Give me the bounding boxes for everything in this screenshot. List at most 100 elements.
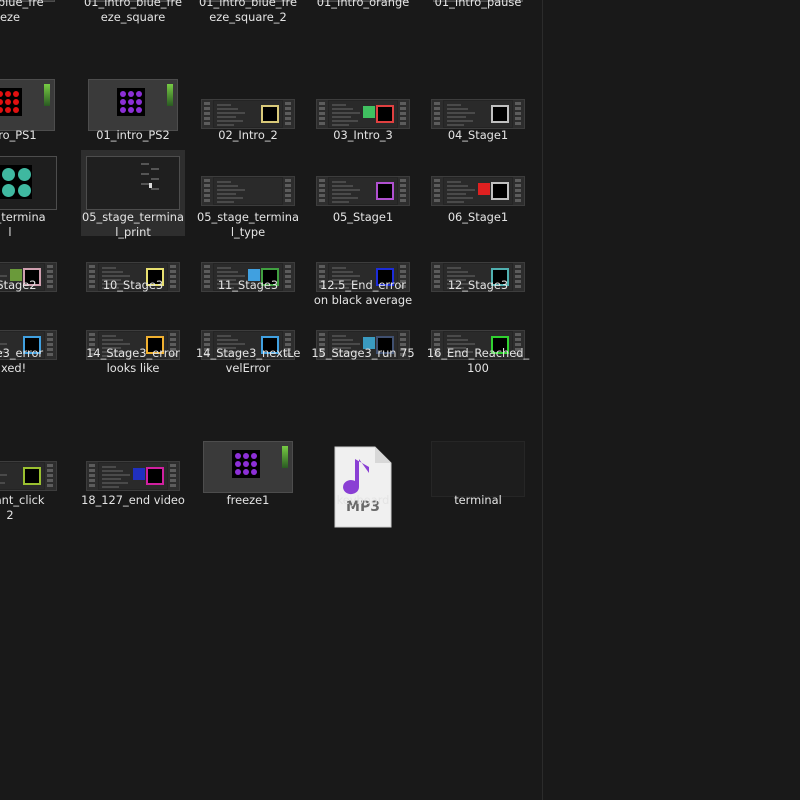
circle-tile xyxy=(120,99,126,105)
film-strip xyxy=(45,462,56,490)
circle-tile xyxy=(243,469,249,475)
video-thumbnail xyxy=(86,461,180,491)
file-item-05-stage-terminal-print[interactable]: 05_stage_termina l_print xyxy=(81,150,185,239)
file-item-18-127-end-video[interactable]: 18_127_end video xyxy=(81,451,185,537)
file-name: 01_intro_blue_fre eze_square xyxy=(84,0,182,24)
circle-tile xyxy=(251,469,257,475)
file-name: 03_Intro_3 xyxy=(333,128,393,142)
video-thumbnail xyxy=(431,176,525,206)
file-item-15-stage3-run-75[interactable]: 15_Stage3_run 75 xyxy=(311,304,415,390)
file-item-04-stage1[interactable]: 04_Stage1 xyxy=(426,73,530,159)
video-thumbnail xyxy=(0,461,57,491)
window-thumbnail xyxy=(88,79,178,131)
file-name: 9_Stage2 xyxy=(0,278,37,292)
file-item-01-intro-blue-freeze[interactable]: tro_blue_fre eze xyxy=(0,0,62,41)
file-name: 15_Stage3_run 75 xyxy=(311,346,415,360)
film-strip xyxy=(513,177,524,205)
file-name: tro_blue_fre eze xyxy=(0,0,44,24)
preview-square xyxy=(363,106,375,118)
terminal-thumbnail xyxy=(431,441,525,497)
file-item-terminal[interactable]: terminal xyxy=(426,441,530,537)
video-frame xyxy=(329,178,397,204)
file-item-05-stage-terminal-type[interactable]: 05_stage_termina l_type xyxy=(196,150,300,239)
file-item-05-stage1[interactable]: 05_Stage1 xyxy=(311,150,415,236)
file-item-01-intro-ps1[interactable]: intro_PS1 xyxy=(0,73,62,159)
file-item-05-stage-terminal[interactable]: age_termina l xyxy=(0,150,62,239)
circle-tile xyxy=(128,107,134,113)
file-name: 01_Intro_orange xyxy=(316,0,410,9)
file-name: 01_intro_blue_fre eze_square_2 xyxy=(199,0,297,24)
circle-tile xyxy=(128,91,134,97)
circle-tile xyxy=(5,99,11,105)
film-strip xyxy=(398,177,409,205)
preview-square xyxy=(23,467,41,485)
preview-square xyxy=(146,467,164,485)
preview-square xyxy=(376,182,394,200)
window-thumbnail xyxy=(203,441,293,493)
circle-tile xyxy=(18,168,31,181)
circle-tile xyxy=(0,99,3,105)
level-bar xyxy=(282,446,288,468)
preview-square xyxy=(376,105,394,123)
preview-square xyxy=(491,182,509,200)
film-strip xyxy=(283,177,294,205)
circle-tile xyxy=(136,91,142,97)
film-strip xyxy=(283,100,294,128)
file-name: 02_Intro_2 xyxy=(218,128,278,142)
file-name: 14_Stage3_nextLe velError xyxy=(196,346,301,375)
video-frame xyxy=(214,178,282,204)
file-name: intro_PS1 xyxy=(0,128,37,142)
circle-tile xyxy=(243,453,249,459)
file-name: 16_End_Reached_ 100 xyxy=(426,346,530,375)
file-item-01-intro-pause[interactable]: 01_Intro_pause xyxy=(426,0,530,41)
film-strip xyxy=(202,177,213,205)
circle-tile xyxy=(136,107,142,113)
file-name: terminal xyxy=(454,493,502,507)
circle-tile xyxy=(13,99,19,105)
video-frame xyxy=(214,101,282,127)
file-item-06-stage1[interactable]: 06_Stage1 xyxy=(426,150,530,236)
film-strip xyxy=(202,100,213,128)
circle-tile xyxy=(251,453,257,459)
window-thumbnail xyxy=(86,156,180,210)
cursor-icon xyxy=(149,183,152,188)
video-frame xyxy=(99,463,167,489)
file-item-freeze1[interactable]: freeze1 xyxy=(196,441,300,537)
file-item-01-intro-orange[interactable]: 01_Intro_orange xyxy=(311,0,415,41)
file-item-03-intro-3[interactable]: 03_Intro_3 xyxy=(311,73,415,159)
file-item-keyboard[interactable]: MP3 keyboard xyxy=(311,446,415,537)
film-strip xyxy=(168,462,179,490)
circle-tile xyxy=(235,461,241,467)
film-strip xyxy=(317,100,328,128)
file-item-02-intro-2[interactable]: 02_Intro_2 xyxy=(196,73,300,159)
film-strip xyxy=(317,177,328,205)
file-item-13-stage3-error-fixed[interactable]: tage3_error fixed! xyxy=(0,304,62,390)
file-item-16-end-reached-100[interactable]: 16_End_Reached_ 100 xyxy=(426,304,530,390)
film-strip xyxy=(513,100,524,128)
circle-tile xyxy=(13,107,19,113)
file-name: 06_Stage1 xyxy=(447,210,509,224)
circle-tile xyxy=(5,91,11,97)
film-strip xyxy=(87,462,98,490)
file-name: 04_Stage1 xyxy=(447,128,509,142)
file-name: 01_intro_PS2 xyxy=(96,128,170,142)
circle-tile xyxy=(136,99,142,105)
circle-tile xyxy=(120,91,126,97)
file-item-14-stage3-error-looks-like[interactable]: 14_Stage3_error looks like xyxy=(81,304,185,390)
circle-tile xyxy=(13,91,19,97)
file-name: keyboard xyxy=(336,493,390,507)
file-item-17-cant-click-2[interactable]: 0_cant_click 2 xyxy=(0,451,62,537)
file-name: 01_Intro_pause xyxy=(434,0,522,9)
file-item-01-intro-ps2[interactable]: 01_intro_PS2 xyxy=(81,73,185,159)
preview-square xyxy=(0,88,22,116)
video-frame xyxy=(444,178,512,204)
file-item-14-stage3-nextlevelerror[interactable]: 14_Stage3_nextLe velError xyxy=(196,304,300,390)
file-item-01-intro-blue-freeze-square-2[interactable]: 01_intro_blue_fre eze_square_2 xyxy=(196,0,300,41)
file-name: 10_Stage3 xyxy=(102,278,164,292)
window-thumbnail xyxy=(0,79,55,131)
file-item-01-intro-blue-freeze-square[interactable]: 01_intro_blue_fre eze_square xyxy=(81,0,185,41)
film-strip xyxy=(432,100,443,128)
circle-tile xyxy=(0,91,3,97)
video-frame xyxy=(329,101,397,127)
video-thumbnail xyxy=(201,99,295,129)
